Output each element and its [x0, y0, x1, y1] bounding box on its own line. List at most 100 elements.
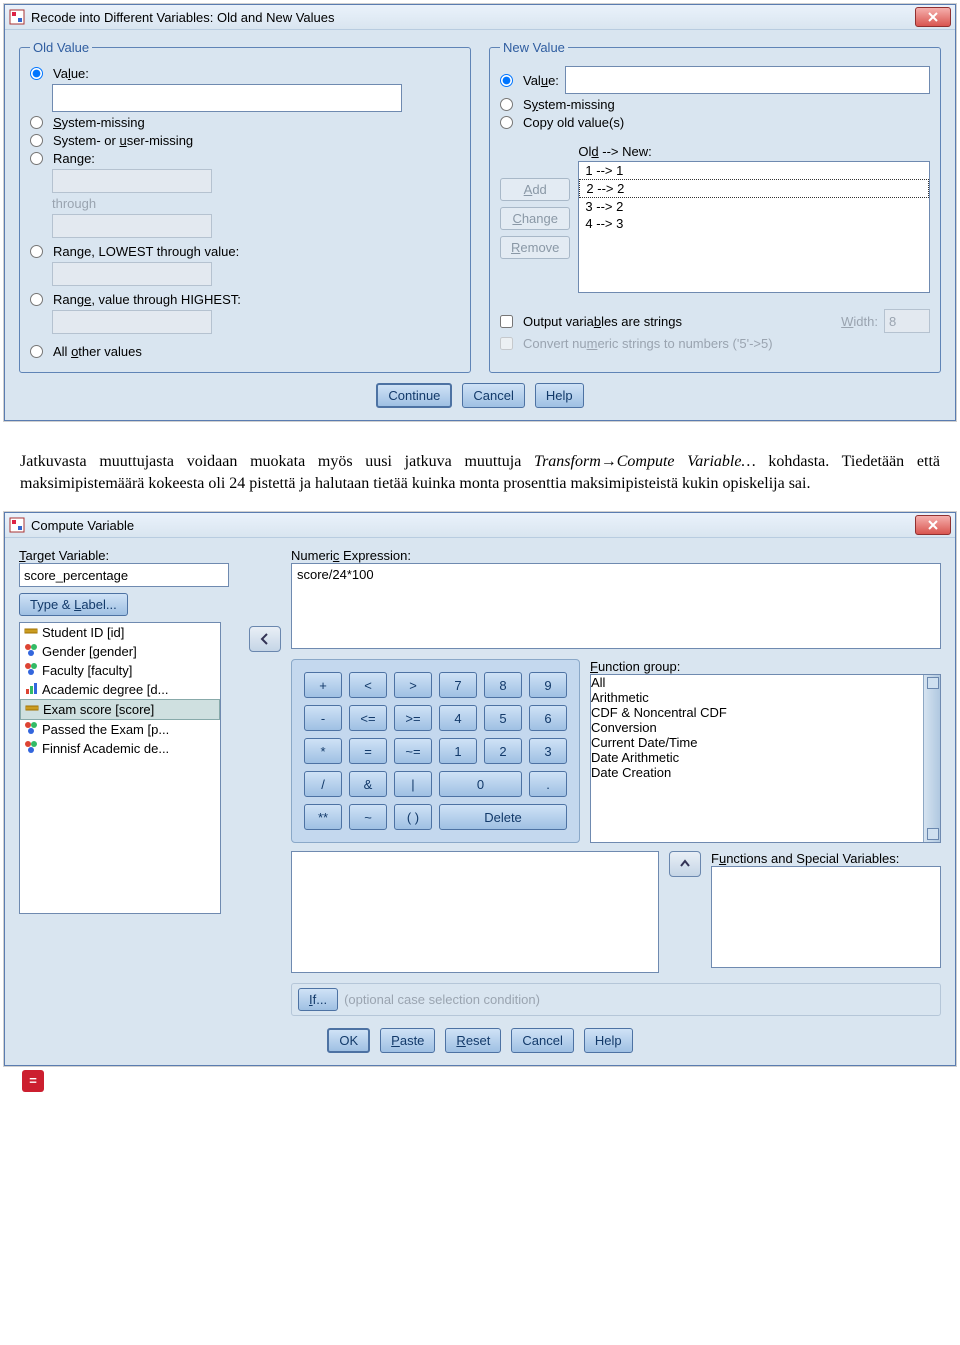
- function-group-item[interactable]: Arithmetic: [591, 690, 923, 705]
- keypad-xx[interactable]: ~=: [394, 738, 432, 764]
- variable-item[interactable]: Academic degree [d...: [20, 680, 220, 699]
- new-copy-label: Copy old value(s): [523, 115, 624, 130]
- move-left-button[interactable]: [249, 626, 281, 652]
- keypad-5[interactable]: 5: [484, 705, 522, 731]
- oldnew-label: Old --> New:: [578, 144, 930, 159]
- old-range-to: [52, 214, 212, 238]
- move-up-button[interactable]: [669, 851, 701, 877]
- fsv-list[interactable]: [711, 866, 941, 968]
- list-item[interactable]: 4 --> 3: [579, 215, 929, 232]
- new-value-input[interactable]: [565, 66, 930, 94]
- change-button[interactable]: Change: [500, 207, 570, 230]
- cancel-button[interactable]: Cancel: [511, 1028, 573, 1053]
- old-lowest-label: Range, LOWEST through value:: [53, 244, 239, 259]
- variable-item[interactable]: Student ID [id]: [20, 623, 220, 642]
- var-label: Exam score [score]: [43, 702, 154, 717]
- keypad-3[interactable]: 3: [529, 738, 567, 764]
- type-label-button[interactable]: Type & Label...: [19, 593, 128, 616]
- remove-button[interactable]: Remove: [500, 236, 570, 259]
- keypad-7[interactable]: 7: [439, 672, 477, 698]
- reset-button[interactable]: Reset: [445, 1028, 501, 1053]
- keypad-xx[interactable]: **: [304, 804, 342, 830]
- var-label: Academic degree [d...: [42, 682, 168, 697]
- list-item[interactable]: 2 --> 2: [579, 179, 929, 198]
- if-button[interactable]: If...: [298, 988, 338, 1011]
- variable-item[interactable]: Exam score [score]: [20, 699, 220, 720]
- old-usermissing-radio[interactable]: [30, 134, 43, 147]
- dialog-title: Compute Variable: [31, 518, 134, 533]
- convert-label: Convert numeric strings to numbers ('5'-…: [523, 336, 773, 351]
- keypad-9[interactable]: 9: [529, 672, 567, 698]
- keypad-x[interactable]: &: [349, 771, 387, 797]
- scrollbar[interactable]: [923, 675, 940, 842]
- add-button[interactable]: Add: [500, 178, 570, 201]
- keypad-x[interactable]: <: [349, 672, 387, 698]
- variable-item[interactable]: Finnisf Academic de...: [20, 739, 220, 758]
- keypad-2[interactable]: 2: [484, 738, 522, 764]
- old-allother-radio[interactable]: [30, 345, 43, 358]
- keypad-xx[interactable]: <=: [349, 705, 387, 731]
- old-usermissing-label: System- or user-missing: [53, 133, 193, 148]
- keypad-1[interactable]: 1: [439, 738, 477, 764]
- ok-button[interactable]: OK: [327, 1028, 370, 1053]
- keypad-xxx[interactable]: ( ): [394, 804, 432, 830]
- keypad-4[interactable]: 4: [439, 705, 477, 731]
- close-button[interactable]: [915, 7, 951, 27]
- cancel-button[interactable]: Cancel: [462, 383, 524, 408]
- function-group-list[interactable]: AllArithmeticCDF & Noncentral CDFConvers…: [590, 674, 941, 843]
- keypad-x[interactable]: +: [304, 672, 342, 698]
- function-group-item[interactable]: All: [591, 675, 923, 690]
- variable-item[interactable]: Passed the Exam [p...: [20, 720, 220, 739]
- old-sysmissing-radio[interactable]: [30, 116, 43, 129]
- variables-listbox[interactable]: Student ID [id]Gender [gender]Faculty [f…: [19, 622, 221, 914]
- help-button[interactable]: Help: [535, 383, 584, 408]
- old-range-radio[interactable]: [30, 152, 43, 165]
- oldnew-listbox[interactable]: 1 --> 1 2 --> 2 3 --> 2 4 --> 3: [578, 161, 930, 293]
- list-item[interactable]: 1 --> 1: [579, 162, 929, 179]
- variable-item[interactable]: Gender [gender]: [20, 642, 220, 661]
- keypad-x[interactable]: -: [304, 705, 342, 731]
- function-group-item[interactable]: Conversion: [591, 720, 923, 735]
- output-strings-checkbox[interactable]: [500, 315, 513, 328]
- new-value-radio[interactable]: [500, 74, 513, 87]
- new-sysmissing-radio[interactable]: [500, 98, 513, 111]
- keypad-Delete[interactable]: Delete: [439, 804, 567, 830]
- keypad-0[interactable]: 0: [439, 771, 522, 797]
- app-icon: [9, 517, 25, 533]
- titlebar[interactable]: Compute Variable: [5, 513, 955, 538]
- old-highest-radio[interactable]: [30, 293, 43, 306]
- paste-button[interactable]: Paste: [380, 1028, 435, 1053]
- keypad-x[interactable]: /: [304, 771, 342, 797]
- app-icon: [9, 9, 25, 25]
- keypad-x[interactable]: >: [394, 672, 432, 698]
- old-value-radio[interactable]: [30, 67, 43, 80]
- function-group-item[interactable]: Date Arithmetic: [591, 750, 923, 765]
- keypad-x[interactable]: |: [394, 771, 432, 797]
- expression-preview[interactable]: [291, 851, 659, 973]
- keypad: + < >789 -<= >= 456 * = ~= 123 /&| 0. ** ~ ( ) Delete: [291, 659, 580, 843]
- keypad-x[interactable]: *: [304, 738, 342, 764]
- continue-button[interactable]: Continue: [376, 383, 452, 408]
- numexpr-input[interactable]: score/24*100: [291, 563, 941, 649]
- old-value-input[interactable]: [52, 84, 402, 112]
- old-legend: Old Value: [30, 40, 92, 55]
- target-input[interactable]: [19, 563, 229, 587]
- old-highest-input: [52, 310, 212, 334]
- list-item[interactable]: 3 --> 2: [579, 198, 929, 215]
- new-copy-radio[interactable]: [500, 116, 513, 129]
- new-sysmissing-label: System-missing: [523, 97, 615, 112]
- variable-item[interactable]: Faculty [faculty]: [20, 661, 220, 680]
- function-group-item[interactable]: CDF & Noncentral CDF: [591, 705, 923, 720]
- keypad-8[interactable]: 8: [484, 672, 522, 698]
- keypad-xx[interactable]: >=: [394, 705, 432, 731]
- help-button[interactable]: Help: [584, 1028, 633, 1053]
- close-button[interactable]: [915, 515, 951, 535]
- keypad-x[interactable]: ~: [349, 804, 387, 830]
- keypad-x[interactable]: =: [349, 738, 387, 764]
- titlebar[interactable]: Recode into Different Variables: Old and…: [5, 5, 955, 30]
- keypad-6[interactable]: 6: [529, 705, 567, 731]
- keypad-x[interactable]: .: [529, 771, 567, 797]
- function-group-item[interactable]: Date Creation: [591, 765, 923, 780]
- old-lowest-radio[interactable]: [30, 245, 43, 258]
- function-group-item[interactable]: Current Date/Time: [591, 735, 923, 750]
